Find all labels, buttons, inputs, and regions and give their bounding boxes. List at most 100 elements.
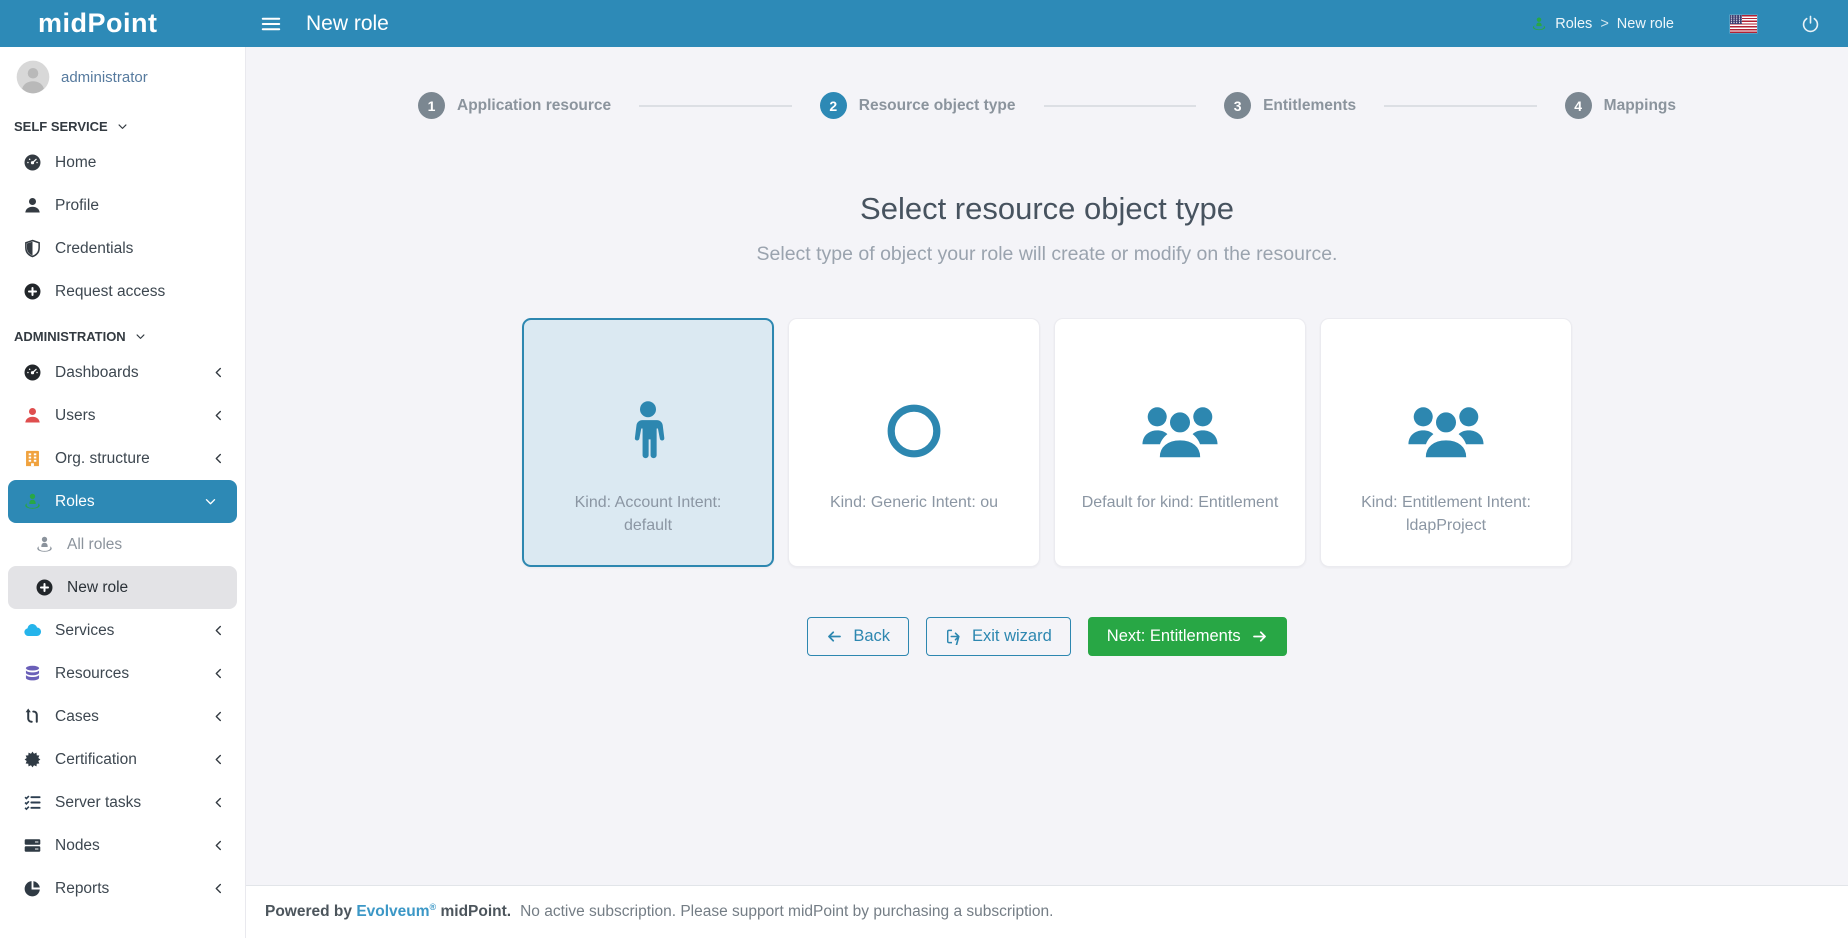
step-label: Application resource [457,97,611,115]
nav-section-header[interactable]: SELF SERVICE [0,103,245,141]
user-icon [22,196,42,216]
server-icon [22,836,42,856]
user-panel: administrator [0,47,245,103]
username-link[interactable]: administrator [61,69,148,86]
tile-label: Kind: Entitlement Intent: ldapProject [1321,491,1571,537]
sidebar-item-home[interactable]: Home [0,141,245,184]
chevron-left-icon [212,710,225,723]
breadcrumb: Roles > New role [1531,16,1674,32]
chevron-down-icon [135,331,146,342]
tasks-icon [22,793,42,813]
step-label: Mappings [1604,97,1676,115]
cloud-icon [22,621,42,641]
sidebar-item-label: Users [55,407,95,425]
breadcrumb-item[interactable]: New role [1617,16,1674,32]
sidebar-item-label: All roles [67,536,122,554]
breadcrumb-separator: > [1600,16,1608,32]
wizard-actions: Back Exit wizard Next: Entitlements [246,617,1848,656]
sidebar-item-certification[interactable]: Certification [0,738,245,781]
resource-object-type-tile-2[interactable]: Kind: Generic Intent: ou [788,318,1040,567]
us-flag-icon[interactable] [1730,15,1757,33]
sidebar-item-label: Cases [55,708,99,726]
nav-section-header[interactable]: ADMINISTRATION [0,313,245,351]
user-icon [22,406,42,426]
database-icon [22,664,42,684]
arrow-right-icon [1251,628,1268,645]
nav-section-label: SELF SERVICE [14,119,108,134]
sidebar-item-reports[interactable]: Reports [0,867,245,910]
tile-label: Kind: Account Intent: default [524,491,772,537]
sidebar-item-credentials[interactable]: Credentials [0,227,245,270]
page-subtitle: Select type of object your role will cre… [246,243,1848,266]
nav-section-label: ADMINISTRATION [14,329,126,344]
sidebar-item-users[interactable]: Users [0,394,245,437]
sidebar-item-nodes[interactable]: Nodes [0,824,245,867]
tile-label: Kind: Generic Intent: ou [804,491,1024,514]
sidebar-nav: SELF SERVICE HomeProfileCredentialsReques… [0,103,245,910]
evolveum-link[interactable]: Evolveum® [356,902,436,921]
chevron-left-icon [212,667,225,680]
next-entitlements-button[interactable]: Next: Entitlements [1088,617,1287,656]
footer-subscription-note: No active subscription. Please support m… [520,903,1053,921]
back-button[interactable]: Back [807,617,909,656]
app-logo-area: midPoint [0,8,246,39]
sidebar-item-label: Server tasks [55,794,141,812]
sidebar-item-dashboards[interactable]: Dashboards [0,351,245,394]
sidebar-item-label: Nodes [55,837,100,855]
sidebar-item-org-structure[interactable]: Org. structure [0,437,245,480]
avatar [16,60,50,94]
main-content: 1Application resource 2Resource object ty… [246,47,1848,938]
midpoint-logo: midPoint [38,8,158,38]
sidebar-item-all-roles[interactable]: All roles [0,523,245,566]
footer-product: midPoint. [441,903,512,921]
sidebar-item-server-tasks[interactable]: Server tasks [0,781,245,824]
footer-powered-by: Powered by [265,903,352,921]
chevron-down-icon [204,495,217,508]
wizard-step-1[interactable]: 1Application resource [418,92,611,119]
shield-icon [22,239,42,259]
role-icon [22,492,42,512]
sidebar-item-label: Services [55,622,114,640]
tachometer-icon [22,153,42,173]
sidebar-item-label: Roles [55,493,95,511]
sidebar-item-label: Reports [55,880,109,898]
sidebar-item-roles[interactable]: Roles [8,480,237,523]
resource-object-type-tile-1[interactable]: Kind: Account Intent: default [522,318,774,567]
topbar-right: Roles > New role [1531,14,1848,33]
sidebar-item-resources[interactable]: Resources [0,652,245,695]
topbar: midPoint New role Roles > New role [0,0,1848,47]
page-title-topbar: New role [306,12,389,36]
sidebar-item-profile[interactable]: Profile [0,184,245,227]
step-number-badge: 2 [820,92,847,119]
page-title: Select resource object type [246,191,1848,227]
hamburger-menu-icon[interactable] [260,13,282,35]
resource-object-type-tile-4[interactable]: Kind: Entitlement Intent: ldapProject [1320,318,1572,567]
plus-circle-icon [34,578,54,598]
building-icon [22,449,42,469]
arrow-left-icon [826,628,843,645]
wizard-step-4[interactable]: 4 Mappings [1565,92,1676,119]
chevron-left-icon [212,839,225,852]
chevron-down-icon [117,121,128,132]
chevron-left-icon [212,882,225,895]
resource-object-type-tile-3[interactable]: Default for kind: Entitlement [1054,318,1306,567]
step-number-badge: 3 [1224,92,1251,119]
route-icon [22,707,42,727]
breadcrumb-item[interactable]: Roles [1555,16,1592,32]
next-button-label: Next: Entitlements [1107,627,1241,646]
role-icon [34,535,54,555]
sidebar-item-label: Resources [55,665,129,683]
chevron-left-icon [212,796,225,809]
sidebar-item-cases[interactable]: Cases [0,695,245,738]
step-number-badge: 4 [1565,92,1592,119]
role-icon [1531,16,1547,32]
wizard-step-2[interactable]: 2Resource object type [820,92,1016,119]
wizard-step-3[interactable]: 3Entitlements [1224,92,1356,119]
sidebar-item-new-role[interactable]: New role [8,566,237,609]
power-logout-icon[interactable] [1801,14,1820,33]
sidebar-item-services[interactable]: Services [0,609,245,652]
sidebar-item-label: Org. structure [55,450,150,468]
sidebar-item-request-access[interactable]: Request access [0,270,245,313]
exit-wizard-button[interactable]: Exit wizard [926,617,1071,656]
chart-pie-icon [22,879,42,899]
